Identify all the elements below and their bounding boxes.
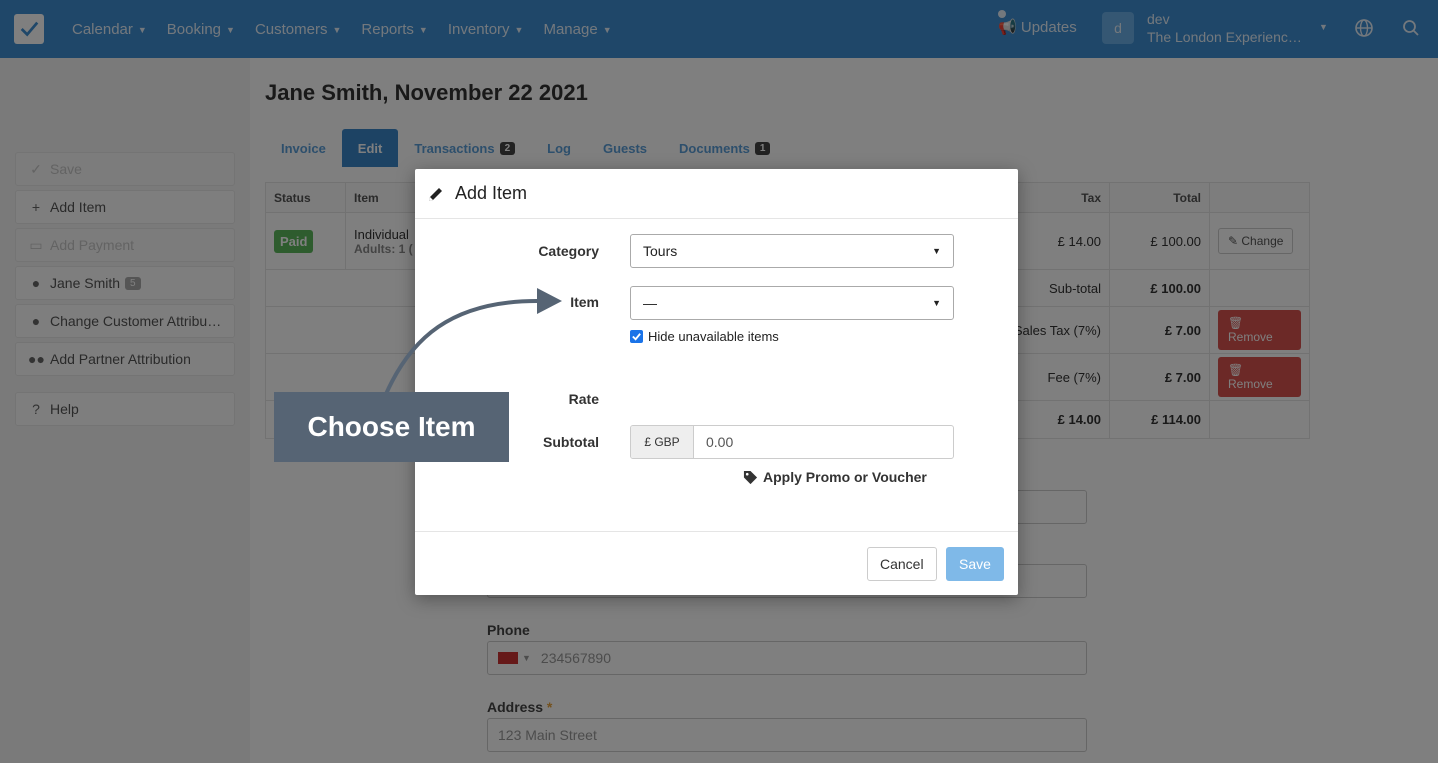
cancel-button[interactable]: Cancel	[867, 547, 937, 581]
apply-promo-link[interactable]: Apply Promo or Voucher	[743, 469, 927, 485]
modal-header: Add Item	[415, 169, 1018, 219]
pencil-icon	[429, 187, 442, 201]
chevron-down-icon: ▼	[932, 298, 941, 308]
subtotal-input[interactable]: 0.00	[694, 426, 953, 458]
item-label: Item	[570, 294, 599, 310]
subtotal-input-group: £ GBP 0.00	[630, 425, 954, 459]
checkbox-checked-icon	[630, 330, 643, 343]
save-button[interactable]: Save	[946, 547, 1004, 581]
hide-unavailable-checkbox[interactable]: Hide unavailable items	[630, 329, 779, 344]
item-select[interactable]: — ▼	[630, 286, 954, 320]
add-item-modal: Add Item Category Tours ▼ Item — ▼ Hide …	[415, 169, 1018, 595]
chevron-down-icon: ▼	[932, 246, 941, 256]
tag-icon	[743, 470, 758, 484]
category-select[interactable]: Tours ▼	[630, 234, 954, 268]
currency-addon: £ GBP	[631, 426, 694, 458]
modal-title: Add Item	[455, 183, 528, 203]
category-label: Category	[538, 243, 599, 259]
tutorial-callout: Choose Item	[274, 392, 509, 462]
